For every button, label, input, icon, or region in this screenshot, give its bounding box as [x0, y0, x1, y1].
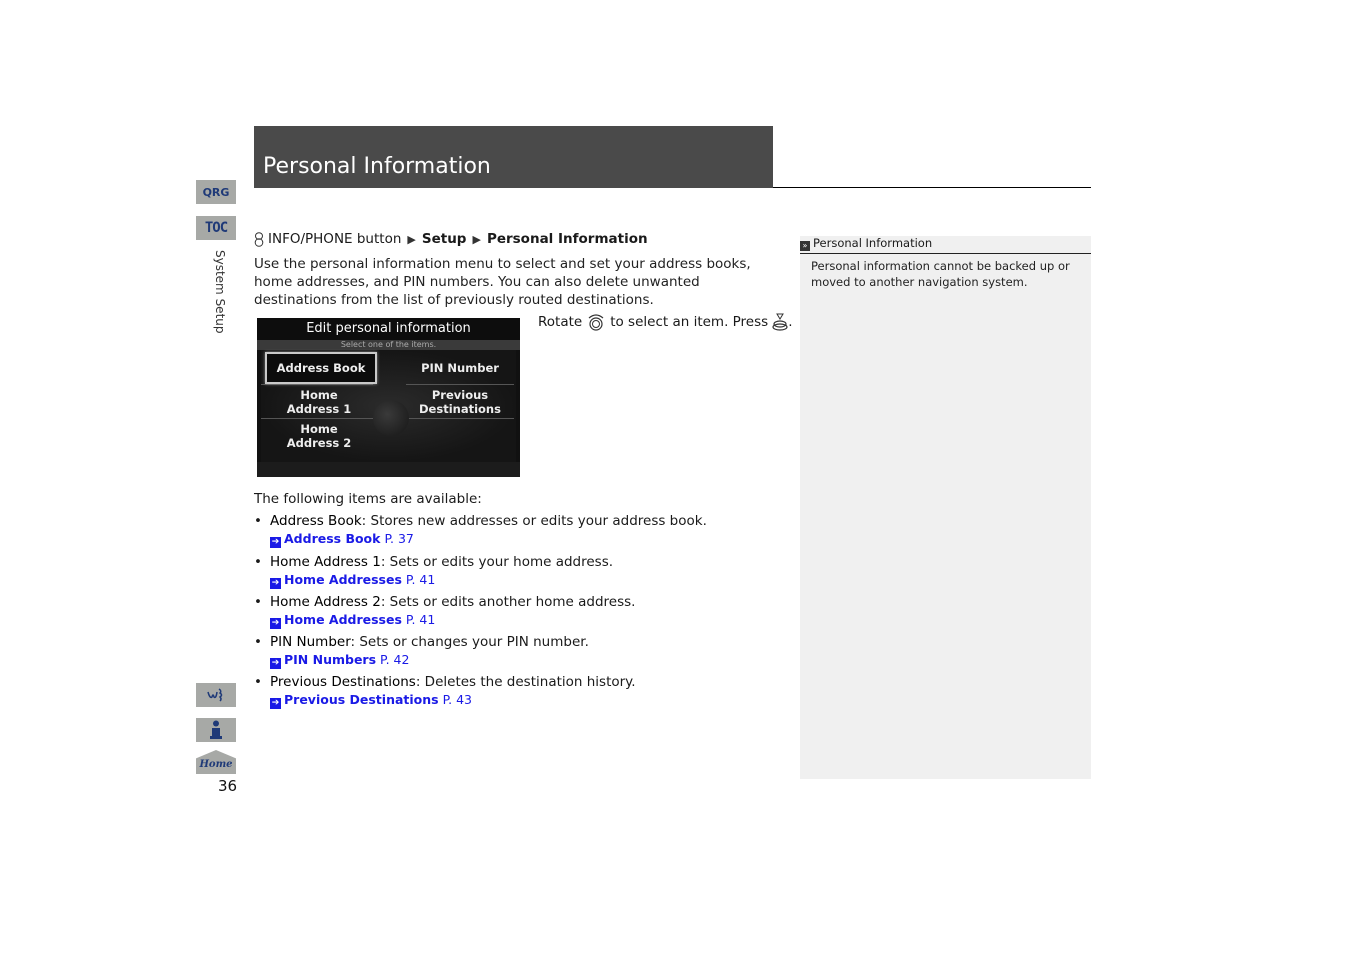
- cross-reference-link[interactable]: ➔ Home Addresses P. 41: [270, 612, 435, 629]
- screen-button-previous-destinations: Previous Destinations: [419, 388, 501, 416]
- info-icon: [210, 720, 222, 739]
- available-label: The following items are available:: [254, 491, 482, 507]
- interface-dial-rotate-icon: [588, 314, 604, 331]
- info-tab[interactable]: [196, 718, 236, 742]
- breadcrumb-arrow-icon: ▶: [472, 232, 481, 246]
- cross-reference-link[interactable]: ➔ Home Addresses P. 41: [270, 572, 435, 589]
- instruction-part: .: [788, 314, 793, 330]
- page-title: Personal Information: [263, 154, 491, 179]
- home-tab[interactable]: Home: [196, 750, 236, 774]
- item-name: Previous Destinations: [270, 674, 416, 690]
- note-panel: » Personal Information Personal informati…: [800, 236, 1091, 779]
- breadcrumb-item: INFO/PHONE button: [268, 231, 402, 247]
- link-arrow-icon: ➔: [270, 698, 281, 709]
- screen-footer: [257, 462, 520, 477]
- breadcrumb-item: Personal Information: [486, 231, 648, 247]
- screen-title: Edit personal information: [257, 318, 520, 340]
- voice-command-tab[interactable]: [196, 683, 236, 707]
- voice-command-icon: [207, 688, 223, 702]
- screen-button-pin-number: PIN Number: [421, 361, 499, 375]
- link-arrow-icon: ➔: [270, 537, 281, 548]
- link-arrow-icon: ➔: [270, 618, 281, 629]
- item-desc: : Stores new addresses or edits your add…: [361, 513, 707, 529]
- note-title: Personal Information: [813, 236, 933, 250]
- screen-button-home-address-2: Home Address 2: [286, 422, 352, 450]
- section-label: System Setup: [213, 250, 227, 334]
- note-body: Personal information cannot be backed up…: [811, 259, 1070, 289]
- cross-reference-link[interactable]: ➔ PIN Numbers P. 42: [270, 652, 409, 669]
- item-name: Home Address 1: [270, 554, 381, 570]
- item-desc: : Sets or edits your home address.: [380, 554, 614, 570]
- breadcrumb-item: Setup: [421, 231, 467, 247]
- cross-reference-link[interactable]: ➔ Address Book P. 37: [270, 531, 414, 548]
- item-desc: : Deletes the destination history.: [415, 674, 636, 690]
- screen-button-address-book: Address Book: [265, 352, 377, 384]
- page-number: 36: [218, 777, 238, 795]
- cross-reference-link[interactable]: ➔ Previous Destinations P. 43: [270, 692, 472, 709]
- link-arrow-icon: ➔: [270, 578, 281, 589]
- qrg-tab[interactable]: QRG: [196, 180, 236, 204]
- instruction-part: Rotate: [538, 314, 583, 330]
- toc-tab[interactable]: TOC: [196, 216, 236, 240]
- home-label: Home: [199, 759, 233, 770]
- item-desc: : Sets or edits another home address.: [380, 594, 636, 610]
- double-chevron-icon: »: [800, 241, 810, 251]
- nav-screen-image: Edit personal information Select one of …: [257, 318, 520, 477]
- item-desc: : Sets or changes your PIN number.: [350, 634, 589, 650]
- intro-paragraph: Use the personal information menu to sel…: [254, 256, 751, 308]
- interface-dial-press-icon: [772, 313, 788, 331]
- breadcrumb: INFO/PHONE button ▶ Setup ▶ Personal Inf…: [254, 231, 648, 247]
- instruction-text: Rotate to select an item. Press .: [538, 313, 792, 331]
- info-phone-button-icon: [254, 231, 264, 247]
- screen-button-home-address-1: Home Address 1: [286, 388, 352, 416]
- title-rule: [773, 187, 1091, 188]
- item-name: Home Address 2: [270, 594, 381, 610]
- note-header: » Personal Information: [800, 236, 1091, 254]
- breadcrumb-arrow-icon: ▶: [407, 232, 416, 246]
- link-arrow-icon: ➔: [270, 658, 281, 669]
- screen-dial-graphic: [373, 400, 409, 436]
- screen-subtitle: Select one of the items.: [257, 340, 520, 350]
- screen-panel: Address Book PIN Number Home Address 1 P…: [261, 350, 516, 462]
- item-name: Address Book: [270, 513, 362, 529]
- instruction-part: to select an item. Press: [610, 314, 769, 330]
- item-name: PIN Number: [270, 634, 351, 650]
